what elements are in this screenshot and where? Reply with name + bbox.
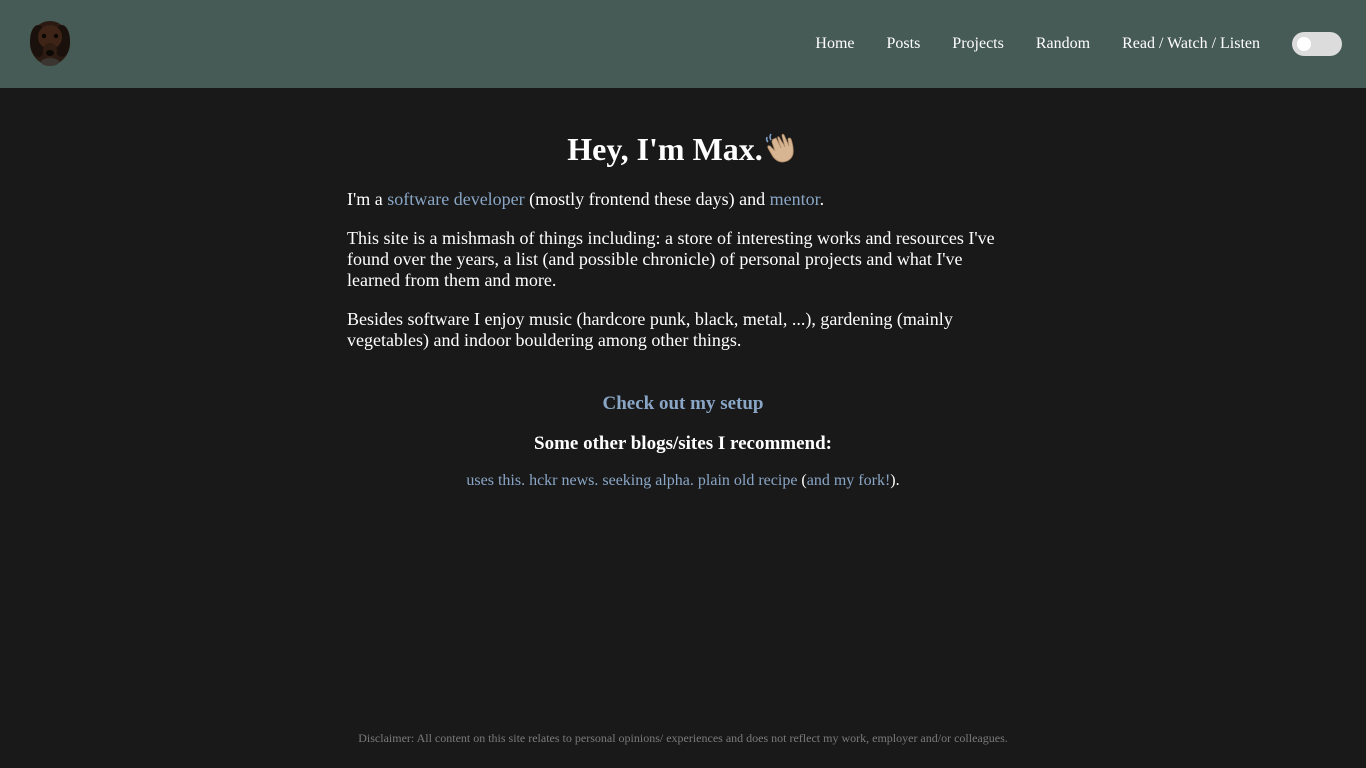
- theme-toggle-icon: [1297, 37, 1311, 51]
- waving-hand-icon: [765, 133, 794, 163]
- page-title-text: Hey, I'm Max.: [567, 131, 763, 167]
- site-link-seeking-alpha[interactable]: seeking alpha.: [602, 472, 694, 489]
- nav-read-watch-listen[interactable]: Read / Watch / Listen: [1122, 34, 1260, 54]
- site-link-plain-old-recipe[interactable]: plain old recipe: [698, 472, 798, 489]
- main-nav: Home Posts Projects Random Read / Watch …: [815, 0, 1342, 88]
- page-title: Hey, I'm Max.: [347, 128, 1019, 168]
- main-content: Hey, I'm Max. I'm a software developer (…: [347, 88, 1019, 491]
- nav-posts[interactable]: Posts: [887, 34, 921, 54]
- footer-disclaimer: Disclaimer: All content on this site rel…: [358, 731, 1008, 745]
- fork-close-paren: ).: [890, 472, 900, 489]
- site-header: Home Posts Projects Random Read / Watch …: [0, 0, 1366, 88]
- setup-link[interactable]: Check out my setup: [347, 392, 1019, 416]
- site-link-hckr-news[interactable]: hckr news.: [529, 472, 598, 489]
- nav-random[interactable]: Random: [1036, 34, 1090, 54]
- intro-paragraph-3: Besides software I enjoy music (hardcore…: [347, 309, 953, 350]
- dog-avatar-icon: [30, 21, 70, 66]
- nav-projects[interactable]: Projects: [952, 34, 1004, 54]
- nav-home[interactable]: Home: [815, 34, 854, 54]
- intro-paragraph-1: I'm a software developer (mostly fronten…: [347, 189, 1019, 210]
- fork-link[interactable]: and my fork!: [807, 472, 891, 489]
- recommended-sites: uses this. hckr news. seeking alpha. pla…: [347, 471, 1019, 491]
- home-logo-link[interactable]: [24, 19, 74, 69]
- intro-p1-middle: (mostly frontend these days) and: [524, 189, 770, 209]
- theme-toggle[interactable]: [1292, 32, 1342, 56]
- recommend-heading: Some other blogs/sites I recommend:: [534, 433, 832, 454]
- software-developer-link[interactable]: software developer: [387, 189, 524, 209]
- site-link-uses-this[interactable]: uses this.: [466, 472, 525, 489]
- intro-paragraph-2: This site is a mishmash of things includ…: [347, 228, 995, 290]
- intro-p1-prefix: I'm a: [347, 189, 388, 209]
- intro-p1-suffix: .: [819, 189, 825, 209]
- mentor-link[interactable]: mentor: [770, 189, 820, 209]
